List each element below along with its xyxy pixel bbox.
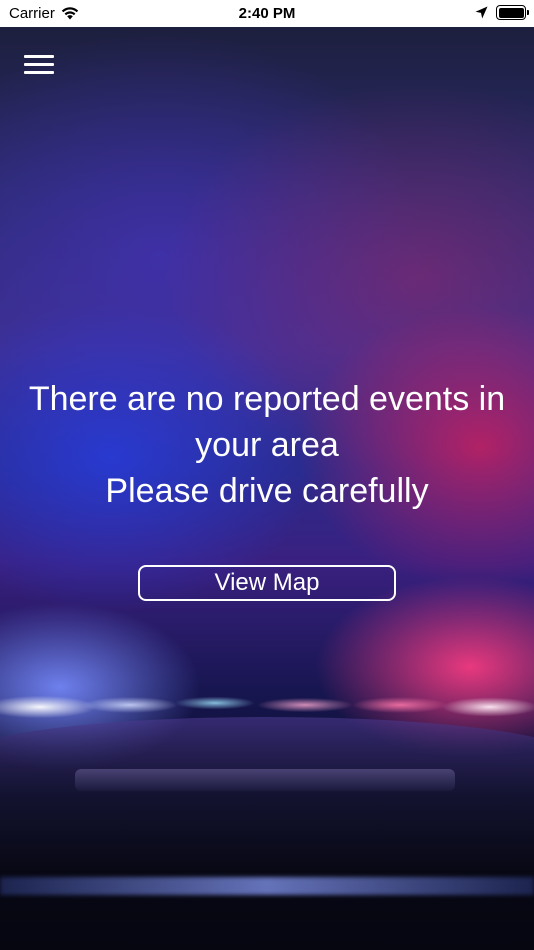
hood-reflection [75,769,455,791]
car-hood [0,717,534,950]
battery-icon [496,5,529,20]
no-events-text: There are no reported events in your are… [28,380,506,464]
bottom-glow [0,877,534,895]
view-map-button[interactable]: View Map [138,565,396,601]
status-right-group [475,5,529,20]
no-events-message: There are no reported events in your are… [0,376,534,514]
status-bar: Carrier 2:40 PM [0,0,534,27]
drive-carefully-text: Please drive carefully [105,472,429,510]
hamburger-menu-icon[interactable] [24,53,54,77]
location-arrow-icon [475,6,488,19]
status-time: 2:40 PM [238,5,296,22]
